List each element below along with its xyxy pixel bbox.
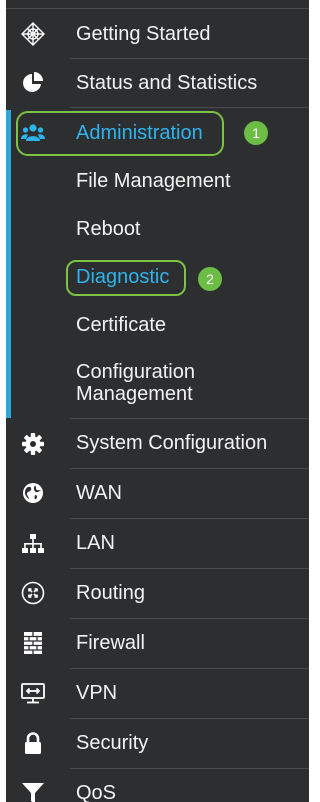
vpn-monitor-icon <box>20 680 46 706</box>
submenu-item-label: Certificate <box>76 314 167 336</box>
submenu-item-label: Configuration Management <box>76 361 195 405</box>
sidebar-item-getting-started[interactable]: Getting Started <box>6 12 309 58</box>
sidebar-item-label: System Configuration <box>76 432 268 454</box>
lock-icon <box>20 730 46 756</box>
sidebar-item-security[interactable]: Security <box>6 719 309 767</box>
brick-wall-icon <box>20 630 46 656</box>
sidebar-item-routing[interactable]: Routing <box>6 569 309 617</box>
filter-funnel-icon <box>20 780 46 802</box>
sidebar-item-label: Firewall <box>76 632 145 654</box>
callout-badge: 1 <box>244 121 268 145</box>
sidebar-item-system-configuration[interactable]: System Configuration <box>6 419 309 467</box>
routing-arrows-icon <box>20 580 46 606</box>
sidebar-item-label: LAN <box>76 532 115 554</box>
network-tree-icon <box>20 531 46 557</box>
gear-icon <box>20 431 46 457</box>
submenu-item-label: Reboot <box>76 218 141 240</box>
callout-badge: 2 <box>198 267 222 291</box>
divider <box>6 8 309 9</box>
sidebar-item-vpn[interactable]: VPN <box>6 669 309 717</box>
sidebar-item-label: QoS <box>76 782 117 802</box>
sidebar-item-firewall[interactable]: Firewall <box>6 619 309 667</box>
sidebar-nav: Getting Started Status and Statistics Ad… <box>6 0 309 802</box>
globe-icon <box>20 480 46 506</box>
submenu-item-reboot[interactable]: Reboot <box>6 208 309 254</box>
sidebar-item-lan[interactable]: LAN <box>6 519 309 567</box>
submenu-item-configuration-management[interactable]: Configuration Management <box>6 358 309 416</box>
sidebar-item-qos[interactable]: QoS <box>6 769 309 802</box>
pie-chart-icon <box>20 70 46 96</box>
sidebar-item-label: Getting Started <box>76 23 211 45</box>
sidebar-item-label: WAN <box>76 482 122 504</box>
sidebar-item-label: Routing <box>76 582 145 604</box>
submenu-item-label: File Management <box>76 170 231 192</box>
globe-grid-icon <box>20 21 46 47</box>
sidebar-item-label: Status and Statistics <box>76 72 258 94</box>
highlight-outline <box>16 111 224 156</box>
submenu-item-certificate[interactable]: Certificate <box>6 303 309 349</box>
sidebar-item-label: Security <box>76 732 149 754</box>
sidebar-item-wan[interactable]: WAN <box>6 469 309 517</box>
sidebar-item-label: VPN <box>76 682 118 704</box>
highlight-outline <box>66 260 186 296</box>
submenu-item-file-management[interactable]: File Management <box>6 160 309 206</box>
sidebar-item-status-and-statistics[interactable]: Status and Statistics <box>6 59 309 107</box>
